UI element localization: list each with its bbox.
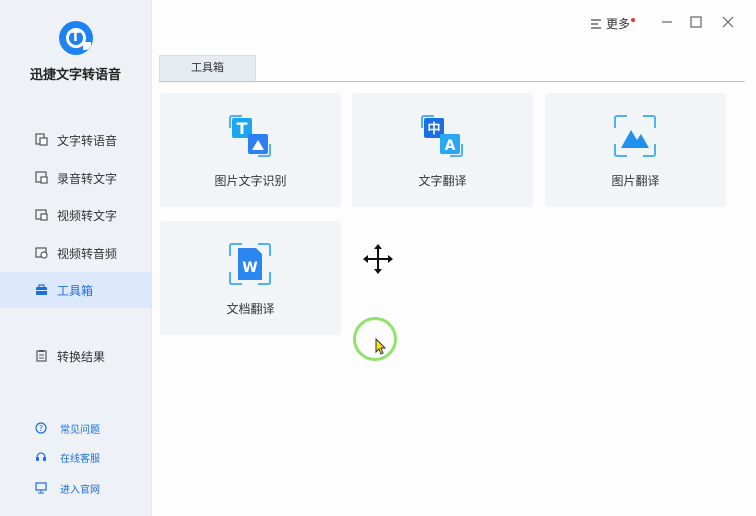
video-icon [35, 209, 48, 221]
tab-bar: 工具箱 [159, 55, 745, 82]
sidebar-item-label: 视频转文字 [57, 209, 118, 223]
tool-card-text-translate[interactable]: 中 A 文字翻译 [352, 93, 533, 207]
record-icon [35, 171, 48, 184]
svg-text:T: T [237, 119, 248, 138]
menu-icon [591, 18, 601, 29]
sidebar-item-label: 工具箱 [57, 284, 94, 298]
sidebar-item-video-to-audio[interactable]: 视频转音频 [0, 235, 151, 271]
app-logo-icon: T [59, 21, 93, 55]
more-menu-button[interactable]: 更多 [590, 15, 636, 32]
official-site-label: 进入官网 [60, 485, 100, 496]
image-text-ocr-icon: T [229, 115, 271, 157]
sidebar-item-label: 转换结果 [57, 350, 106, 364]
svg-text:A: A [445, 138, 456, 154]
app-window: T 迅捷文字转语音 文字转语音 录音转文字 视频转文字 视频转音频 工具箱 转换… [0, 0, 756, 516]
tool-card-image-ocr[interactable]: T 图片文字识别 [160, 93, 341, 207]
question-icon: ? [35, 422, 47, 434]
maximize-icon[interactable] [688, 14, 704, 30]
tool-label: 图片文字识别 [214, 174, 287, 188]
sidebar-item-record-to-text[interactable]: 录音转文字 [0, 160, 151, 196]
sidebar-item-label: 文字转语音 [57, 134, 118, 148]
text-translate-icon: 中 A [421, 115, 463, 157]
tool-label: 文档翻译 [226, 302, 275, 316]
app-title: 迅捷文字转语音 [29, 68, 121, 83]
sidebar: T 迅捷文字转语音 文字转语音 录音转文字 视频转文字 视频转音频 工具箱 转换… [0, 0, 152, 516]
image-translate-icon [614, 115, 656, 157]
tool-card-image-translate[interactable]: 图片翻译 [545, 93, 726, 207]
more-label: 更多 [606, 17, 631, 31]
sidebar-item-label: 视频转音频 [57, 247, 118, 261]
text-doc-icon [35, 133, 48, 146]
monitor-icon [35, 482, 47, 494]
sidebar-item-results[interactable]: 转换结果 [0, 338, 151, 374]
close-icon[interactable] [720, 14, 736, 30]
sidebar-item-video-to-text[interactable]: 视频转文字 [0, 197, 151, 233]
minimize-icon[interactable] [659, 14, 675, 30]
official-site-link[interactable]: 进入官网 [0, 477, 151, 499]
faq-link[interactable]: ? 常见问题 [0, 417, 151, 439]
video-audio-icon [35, 247, 48, 259]
faq-label: 常见问题 [60, 425, 100, 436]
tool-label: 文字翻译 [418, 174, 467, 188]
tab-toolbox[interactable]: 工具箱 [159, 55, 256, 81]
pointer-cursor-icon [375, 338, 387, 355]
tool-label: 图片翻译 [611, 174, 660, 188]
clipboard-icon [36, 350, 47, 362]
doc-translate-icon: W [229, 243, 271, 285]
tool-card-doc-translate[interactable]: W 文档翻译 [160, 221, 341, 335]
notification-dot [631, 17, 636, 22]
headset-icon [36, 452, 46, 461]
svg-text:W: W [242, 260, 257, 276]
title-bar: 更多 [151, 0, 756, 48]
sidebar-item-toolbox[interactable]: 工具箱 [0, 272, 151, 308]
online-service-label: 在线客服 [60, 454, 100, 465]
toolbox-icon [36, 284, 47, 295]
sidebar-item-label: 录音转文字 [57, 172, 118, 186]
svg-text:?: ? [39, 424, 43, 433]
svg-text:中: 中 [427, 121, 440, 137]
move-cursor-icon [363, 244, 393, 274]
online-service-link[interactable]: 在线客服 [0, 446, 151, 468]
sidebar-item-text-to-speech[interactable]: 文字转语音 [0, 122, 151, 158]
